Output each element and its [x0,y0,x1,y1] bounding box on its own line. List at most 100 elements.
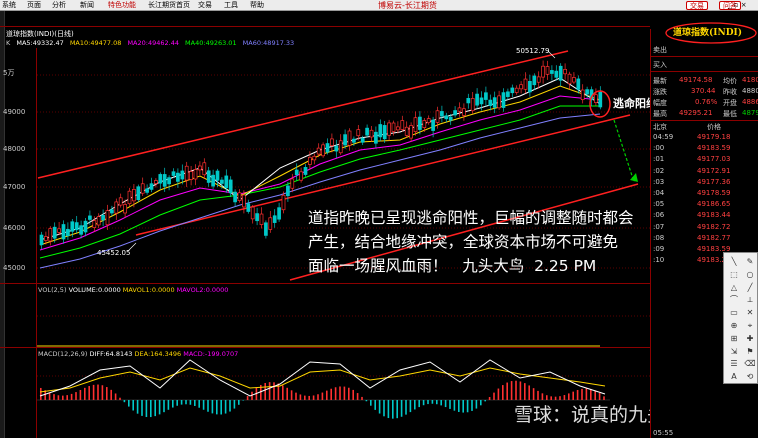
drawing-tool-button[interactable]: ⊕ [727,320,741,332]
candle-body [316,147,321,155]
tick-price: 49182.72 [697,222,731,231]
drawing-tool-button[interactable]: ☰ [727,358,741,370]
macd-bar [163,400,165,413]
macd-bar [576,390,579,400]
menu-item-news[interactable]: 新闻 [80,0,94,11]
window-controls[interactable]: _ ▫ × [728,1,747,9]
quote-label: 幅度 [653,99,667,107]
drawing-tool-button[interactable]: ✚ [743,333,757,345]
macd-bar [154,400,156,417]
drawing-tool-button[interactable]: ✎ [743,256,757,268]
candle-body [167,177,171,185]
macd-bar [466,400,469,413]
macd-bar [312,395,315,400]
ma5-label: MA5:49332.47 [16,39,64,47]
candle-body [532,75,537,86]
drawing-tool-button[interactable]: ⌒ [727,294,741,306]
drawing-tool-button[interactable]: ▭ [727,307,741,319]
quote-label: 最新 [653,77,667,85]
candle-body [57,228,61,233]
macd-bar [409,400,412,413]
menu-item-tools[interactable]: 工具 [224,0,238,11]
annotation-text: 道指昨晚已呈现逃命阳性，巨幅的调整随时都会 产生，结合地缘冲突，全球资本市场不可… [308,206,708,278]
drawing-tool-button[interactable]: ⌖ [743,320,757,332]
macd-bar [519,381,522,400]
y-tick-label: 48000 [3,145,25,153]
tick-time: :02 [653,166,665,175]
candle-body [440,111,444,117]
y-tick-label: 45000 [3,264,25,272]
candle-body [563,69,567,75]
macd-bar [123,400,126,403]
candle-body [145,188,149,193]
drawing-tool-button[interactable]: ○ [743,269,757,281]
candle-body [299,171,303,181]
drawing-tool-button[interactable]: ╲ [727,256,741,268]
menu-item-home[interactable]: 长江期货首页 [148,0,190,11]
menu-item-trade[interactable]: 交易 [198,0,212,11]
macd-bar [290,390,293,400]
macd-bar [40,387,42,400]
macd-bar [392,400,394,419]
tick-time: :06 [653,211,665,220]
candle-body [39,234,44,246]
menu-item-analysis[interactable]: 分析 [52,0,66,11]
candle-body [61,224,66,240]
menu-item-help[interactable]: 帮助 [250,0,264,11]
quote-value: 4180 [742,76,758,84]
candle-body [374,131,378,144]
macd-bar [101,385,104,400]
annotation-line: 道指昨晚已呈现逃命阳性，巨幅的调整随时都会 [308,209,634,227]
macd-bar [268,382,271,400]
candle-body [294,169,299,176]
tick-time: :05 [653,200,665,209]
menu-item-system[interactable]: 系统 [2,0,16,11]
y-tick-label: 49000 [3,108,25,116]
macd-bar [506,382,508,400]
candle-body [48,228,53,242]
macd-bar [343,386,346,400]
trade-button[interactable]: 交易 [686,1,708,10]
macd-bar [79,389,82,400]
ma60-label: MA60:48917.33 [242,39,295,47]
drawing-tool-button[interactable]: ⌫ [743,358,757,370]
candle-body [52,226,57,239]
candle-body [492,97,497,108]
candle-body [404,126,409,136]
drawing-tool-button[interactable]: A [727,371,741,383]
macd-bar [57,395,60,400]
drawing-tool-button[interactable]: ⇲ [727,346,741,358]
y-tick-label: 5万 [3,69,14,77]
candle-body [580,89,585,101]
macd-bar [440,400,442,406]
drawing-tool-button[interactable]: ⬚ [727,269,741,281]
drawing-tool-button[interactable]: △ [727,282,741,294]
candle-body [66,228,70,237]
drawing-tool-button[interactable]: ╱ [743,282,757,294]
candle-body [338,140,343,154]
macd-bar [185,400,187,405]
candle-body [431,119,435,131]
macd-bar [84,387,86,400]
macd-bar [202,400,205,410]
candle-body [215,170,220,181]
ma-legend: K MA5:49332.47 MA10:49477.08 MA20:49462.… [6,39,298,47]
menu-item-features[interactable]: 特色功能 [108,0,136,11]
macd-bar [321,392,324,400]
macd-bar [537,390,539,400]
macd-bar [295,392,297,400]
candle-body [378,124,383,138]
macd-bar [194,400,196,406]
candle-body [246,203,251,212]
drawing-tool-button[interactable]: ⚑ [743,346,757,358]
drawing-tool-button[interactable]: ⟂ [743,294,757,306]
menu-item-page[interactable]: 页面 [27,0,41,11]
drawing-tool-button[interactable]: ⟲ [743,371,757,383]
candle-body [184,165,189,181]
macd-bar [330,388,332,400]
macd-label: MACD(12,26,9) [38,350,88,358]
drawing-tool-button[interactable]: ✕ [743,307,757,319]
drawing-tool-button[interactable]: ⊞ [727,333,741,345]
candle-body [576,78,581,90]
quote-value: 0.76% [695,98,718,106]
